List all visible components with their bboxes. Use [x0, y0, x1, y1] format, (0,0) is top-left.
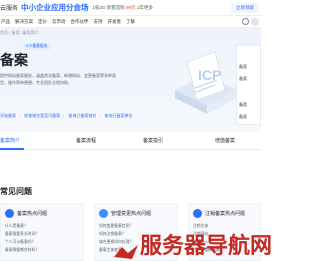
check-domain-link[interactable]: 检查域名是否可备案 — [24, 113, 60, 118]
card-title: 管理变更热点问题 — [111, 211, 152, 217]
cancel-icon — [193, 209, 202, 218]
icp-label: ICP — [198, 67, 221, 83]
tab-bar: 备案简介 备案流程 备案指引 增值备案 — [0, 132, 261, 150]
nav-item-solutions[interactable]: 解决方案 — [15, 19, 33, 25]
promo-text-head: 1核2G 新客首购 — [92, 4, 125, 10]
nav-item-partners[interactable]: 合作伙伴 — [71, 19, 89, 25]
side-item[interactable]: 备案 — [239, 76, 247, 82]
settings-icon — [99, 209, 108, 218]
nav-item-support[interactable]: 支持 — [94, 19, 103, 25]
nav-item-pricing[interactable]: 定价 — [38, 19, 47, 25]
side-item[interactable]: 备案 — [239, 114, 247, 120]
watermark-text: 服务器导航网 — [140, 233, 273, 258]
main-nav: 产品 解决方案 定价 云市场 合作伙伴 支持 开发者 了解 — [0, 16, 261, 28]
card-title: 注销备案热点问题 — [205, 211, 246, 217]
document-icon — [5, 209, 14, 218]
faq-link[interactable]: 个人可以备案吗？ — [5, 240, 35, 245]
faq-link[interactable]: 如何变更备案信息？ — [99, 224, 133, 229]
tab-guide[interactable]: 备案指引 — [143, 137, 163, 144]
user-avatar-icon[interactable] — [251, 18, 259, 26]
nav-item-about[interactable]: 了解 — [126, 19, 135, 25]
top-nav: 云服务 中小企业应用分会场 1核2G 新客首购 99元 1年更多 立即领取 — [0, 0, 261, 16]
faq-section-title: 常见问题 — [0, 187, 32, 196]
faq-link[interactable]: 备案需要多长时间？ — [5, 232, 39, 237]
hero-description: 提供网站备案服务，涵盖首次备案、新增网站、变更备案等多种类型，操作简单便捷，专业… — [0, 73, 116, 85]
page-title: 备案 — [0, 52, 28, 68]
faq-card-filing[interactable]: 备案热点问题 什么是备案？ 备案需要多长时间？ 个人可以备案吗？ 备案需要哪些材… — [0, 203, 84, 261]
tab-process[interactable]: 备案流程 — [76, 137, 96, 144]
nav-item-developers[interactable]: 开发者 — [108, 19, 122, 25]
tab-intro[interactable]: 备案简介 — [0, 137, 20, 144]
watermark-logo-icon — [114, 245, 138, 259]
brand-logo[interactable]: 云服务 — [0, 3, 18, 12]
icp-illustration: ICP — [175, 51, 237, 114]
side-item[interactable]: 备案 — [239, 64, 247, 70]
query-domain-link[interactable]: 查询已备案域名 — [68, 113, 96, 118]
faq-link[interactable]: 备案需要哪些材料？ — [5, 248, 39, 253]
faq-link[interactable]: 什么是备案？ — [5, 224, 28, 229]
promo-text: 1核2G 新客首购 99元 1年更多 — [93, 5, 153, 11]
search-icon[interactable] — [242, 18, 249, 25]
query-entity-link[interactable]: 查询已备案单位 — [105, 113, 133, 118]
tab-value-added[interactable]: 增值备案 — [215, 137, 235, 144]
active-tab-indicator — [0, 148, 24, 150]
faq-link[interactable]: 如何注销备案？ — [99, 232, 126, 237]
promo-title[interactable]: 中小企业应用分会场 — [21, 2, 89, 13]
card-title: 备案热点问题 — [17, 211, 48, 217]
side-panel: 备案 备案 备案 备案 — [236, 45, 261, 125]
promo-cta-button[interactable]: 立即领取 — [231, 3, 259, 13]
hero-links: 开始备案 | 检查域名是否可备案 | 查询已备案域名 | 查询已备案单位 — [0, 113, 133, 118]
breadcrumb[interactable]: 首页 / 备案 / 备案简介 — [0, 30, 39, 36]
nav-item-products[interactable]: 产品 — [1, 19, 10, 25]
hero-badge: ICP备案服务 — [23, 43, 51, 50]
promo-price: 99元 — [126, 4, 136, 10]
nav-item-marketplace[interactable]: 云市场 — [52, 19, 66, 25]
side-item[interactable]: 备案 — [239, 102, 247, 108]
start-filing-link[interactable]: 开始备案 — [0, 113, 16, 118]
promo-text-tail: 1年更多 — [136, 4, 153, 10]
